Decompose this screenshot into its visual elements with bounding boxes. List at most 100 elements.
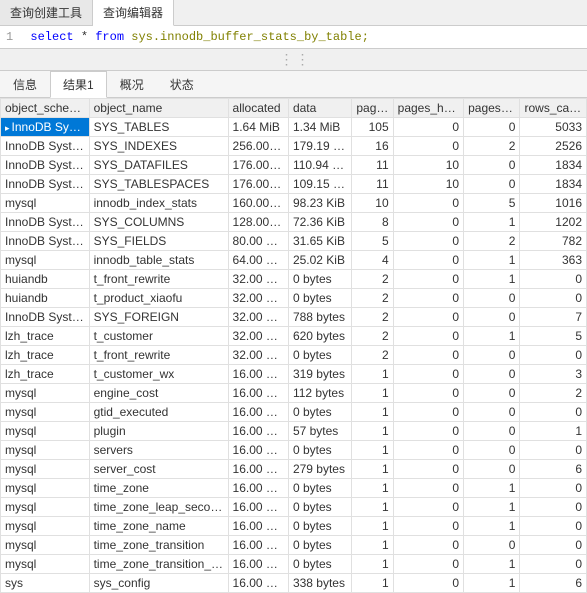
cell-old[interactable]: 0 bbox=[464, 536, 520, 555]
cell-alloc[interactable]: 64.00 KiB bbox=[228, 251, 288, 270]
col-header-pages-old[interactable]: pages_old bbox=[464, 99, 520, 118]
tab-info[interactable]: 信息 bbox=[0, 71, 50, 97]
cell-old[interactable]: 0 bbox=[464, 422, 520, 441]
cell-schema[interactable]: lzh_trace bbox=[1, 365, 90, 384]
cell-obj[interactable]: time_zone_transition_type bbox=[89, 555, 228, 574]
table-row[interactable]: mysqlengine_cost16.00 KiB112 bytes1002 bbox=[1, 384, 587, 403]
cell-schema[interactable]: mysql bbox=[1, 555, 90, 574]
table-row[interactable]: lzh_tracet_customer_wx16.00 KiB319 bytes… bbox=[1, 365, 587, 384]
cell-obj[interactable]: SYS_TABLESPACES bbox=[89, 175, 228, 194]
cell-obj[interactable]: time_zone_transition bbox=[89, 536, 228, 555]
cell-old[interactable]: 1 bbox=[464, 251, 520, 270]
cell-data[interactable]: 112 bytes bbox=[288, 384, 351, 403]
table-row[interactable]: InnoDB SystemSYS_TABLESPACES176.00 KiB10… bbox=[1, 175, 587, 194]
cell-obj[interactable]: SYS_COLUMNS bbox=[89, 213, 228, 232]
cell-hashed[interactable]: 0 bbox=[393, 517, 463, 536]
cell-old[interactable]: 1 bbox=[464, 327, 520, 346]
cell-pages[interactable]: 11 bbox=[352, 175, 393, 194]
cell-obj[interactable]: SYS_FOREIGN bbox=[89, 308, 228, 327]
cell-old[interactable]: 0 bbox=[464, 289, 520, 308]
splitter[interactable]: ⋮⋮ bbox=[0, 49, 587, 71]
cell-schema[interactable]: InnoDB System bbox=[1, 118, 90, 137]
cell-schema[interactable]: mysql bbox=[1, 536, 90, 555]
cell-cached[interactable]: 0 bbox=[520, 403, 587, 422]
table-row[interactable]: huiandbt_product_xiaofu32.00 KiB0 bytes2… bbox=[1, 289, 587, 308]
cell-data[interactable]: 0 bytes bbox=[288, 498, 351, 517]
cell-hashed[interactable]: 0 bbox=[393, 555, 463, 574]
cell-alloc[interactable]: 16.00 KiB bbox=[228, 365, 288, 384]
cell-schema[interactable]: sys bbox=[1, 574, 90, 593]
cell-cached[interactable]: 1202 bbox=[520, 213, 587, 232]
cell-obj[interactable]: engine_cost bbox=[89, 384, 228, 403]
cell-cached[interactable]: 5033 bbox=[520, 118, 587, 137]
table-row[interactable]: InnoDB SystemSYS_DATAFILES176.00 KiB110.… bbox=[1, 156, 587, 175]
cell-pages[interactable]: 2 bbox=[352, 327, 393, 346]
cell-schema[interactable]: mysql bbox=[1, 403, 90, 422]
cell-obj[interactable]: sys_config bbox=[89, 574, 228, 593]
cell-pages[interactable]: 1 bbox=[352, 555, 393, 574]
cell-old[interactable]: 2 bbox=[464, 137, 520, 156]
tab-result1[interactable]: 结果1 bbox=[50, 71, 107, 98]
col-header-rows-cached[interactable]: rows_cached bbox=[520, 99, 587, 118]
cell-data[interactable]: 0 bytes bbox=[288, 479, 351, 498]
cell-old[interactable]: 1 bbox=[464, 498, 520, 517]
cell-alloc[interactable]: 16.00 KiB bbox=[228, 422, 288, 441]
cell-hashed[interactable]: 0 bbox=[393, 498, 463, 517]
cell-cached[interactable]: 1016 bbox=[520, 194, 587, 213]
cell-pages[interactable]: 11 bbox=[352, 156, 393, 175]
cell-old[interactable]: 0 bbox=[464, 460, 520, 479]
cell-cached[interactable]: 6 bbox=[520, 574, 587, 593]
cell-schema[interactable]: mysql bbox=[1, 517, 90, 536]
table-row[interactable]: mysqlgtid_executed16.00 KiB0 bytes1000 bbox=[1, 403, 587, 422]
table-row[interactable]: lzh_tracet_customer32.00 KiB620 bytes201… bbox=[1, 327, 587, 346]
cell-obj[interactable]: t_product_xiaofu bbox=[89, 289, 228, 308]
cell-schema[interactable]: lzh_trace bbox=[1, 327, 90, 346]
cell-cached[interactable]: 5 bbox=[520, 327, 587, 346]
cell-pages[interactable]: 1 bbox=[352, 574, 393, 593]
cell-schema[interactable]: InnoDB System bbox=[1, 175, 90, 194]
cell-cached[interactable]: 782 bbox=[520, 232, 587, 251]
cell-data[interactable]: 0 bytes bbox=[288, 536, 351, 555]
cell-schema[interactable]: InnoDB System bbox=[1, 308, 90, 327]
cell-hashed[interactable]: 0 bbox=[393, 479, 463, 498]
cell-obj[interactable]: SYS_FIELDS bbox=[89, 232, 228, 251]
cell-alloc[interactable]: 176.00 KiB bbox=[228, 175, 288, 194]
table-row[interactable]: mysqltime_zone_leap_second16.00 KiB0 byt… bbox=[1, 498, 587, 517]
cell-hashed[interactable]: 0 bbox=[393, 384, 463, 403]
cell-old[interactable]: 0 bbox=[464, 175, 520, 194]
cell-data[interactable]: 31.65 KiB bbox=[288, 232, 351, 251]
cell-obj[interactable]: t_front_rewrite bbox=[89, 346, 228, 365]
cell-alloc[interactable]: 32.00 KiB bbox=[228, 289, 288, 308]
cell-schema[interactable]: mysql bbox=[1, 460, 90, 479]
cell-pages[interactable]: 105 bbox=[352, 118, 393, 137]
cell-pages[interactable]: 1 bbox=[352, 460, 393, 479]
cell-alloc[interactable]: 32.00 KiB bbox=[228, 308, 288, 327]
cell-old[interactable]: 1 bbox=[464, 213, 520, 232]
cell-schema[interactable]: mysql bbox=[1, 384, 90, 403]
cell-data[interactable]: 110.94 KiB bbox=[288, 156, 351, 175]
cell-data[interactable]: 0 bytes bbox=[288, 346, 351, 365]
cell-obj[interactable]: SYS_TABLES bbox=[89, 118, 228, 137]
table-row[interactable]: lzh_tracet_front_rewrite32.00 KiB0 bytes… bbox=[1, 346, 587, 365]
table-row[interactable]: InnoDB SystemSYS_COLUMNS128.00 KiB72.36 … bbox=[1, 213, 587, 232]
cell-schema[interactable]: mysql bbox=[1, 251, 90, 270]
cell-cached[interactable]: 0 bbox=[520, 441, 587, 460]
table-row[interactable]: InnoDB SystemSYS_FIELDS80.00 KiB31.65 Ki… bbox=[1, 232, 587, 251]
tab-status[interactable]: 状态 bbox=[157, 71, 207, 97]
cell-old[interactable]: 1 bbox=[464, 270, 520, 289]
cell-alloc[interactable]: 16.00 KiB bbox=[228, 384, 288, 403]
cell-hashed[interactable]: 0 bbox=[393, 213, 463, 232]
col-header-pages-hashed[interactable]: pages_hashed bbox=[393, 99, 463, 118]
cell-schema[interactable]: lzh_trace bbox=[1, 346, 90, 365]
col-header-object[interactable]: object_name bbox=[89, 99, 228, 118]
cell-old[interactable]: 0 bbox=[464, 308, 520, 327]
cell-old[interactable]: 1 bbox=[464, 555, 520, 574]
cell-hashed[interactable]: 0 bbox=[393, 270, 463, 289]
table-row[interactable]: mysqltime_zone16.00 KiB0 bytes1010 bbox=[1, 479, 587, 498]
cell-hashed[interactable]: 0 bbox=[393, 403, 463, 422]
cell-schema[interactable]: InnoDB System bbox=[1, 137, 90, 156]
cell-obj[interactable]: servers bbox=[89, 441, 228, 460]
cell-data[interactable]: 57 bytes bbox=[288, 422, 351, 441]
cell-cached[interactable]: 363 bbox=[520, 251, 587, 270]
cell-hashed[interactable]: 0 bbox=[393, 365, 463, 384]
